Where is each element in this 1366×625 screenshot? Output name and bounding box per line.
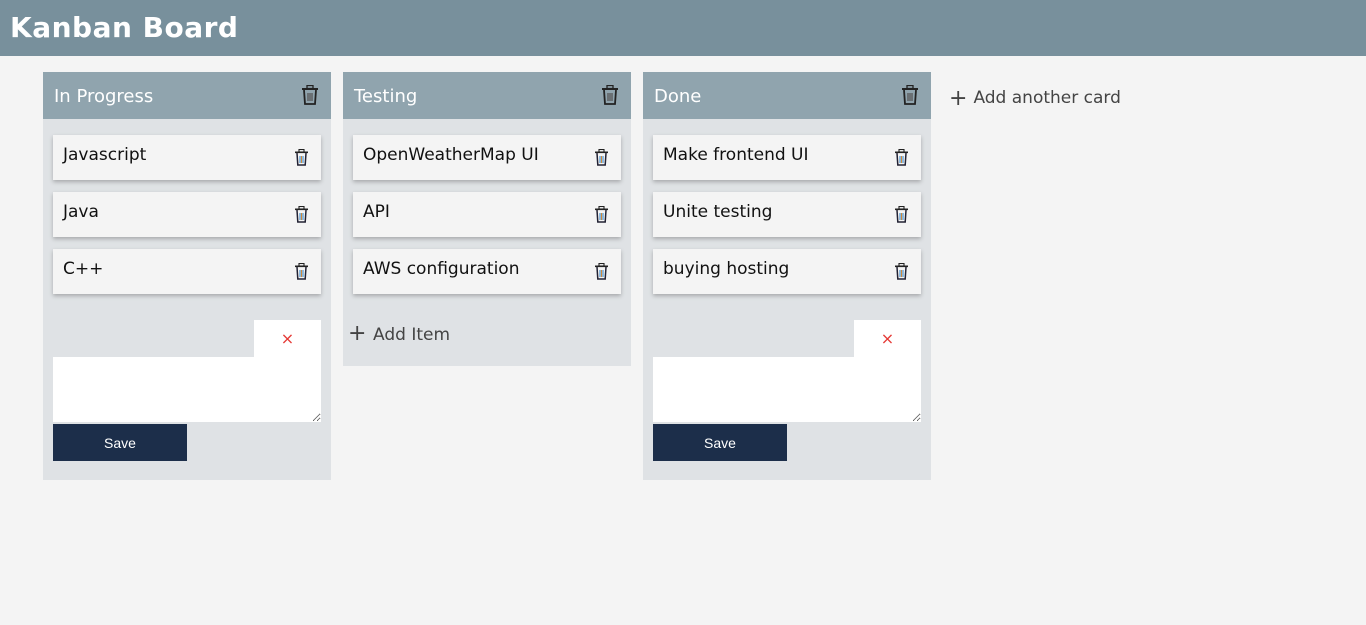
column-header: Done <box>643 72 931 119</box>
column-header: In Progress <box>43 72 331 119</box>
delete-card-trash-icon[interactable] <box>594 205 609 223</box>
app-header: Kanban Board <box>0 0 1366 56</box>
column: Testing OpenWeatherMap UI API AWS config… <box>343 72 631 366</box>
card-text: OpenWeatherMap UI <box>363 145 539 165</box>
delete-column-trash-icon[interactable] <box>601 84 619 105</box>
delete-card-trash-icon[interactable] <box>594 262 609 280</box>
card[interactable]: Java <box>53 192 321 237</box>
delete-column-trash-icon[interactable] <box>901 84 919 105</box>
delete-column-trash-icon[interactable] <box>301 84 319 105</box>
column-header: Testing <box>343 72 631 119</box>
add-item-form: × Save <box>643 306 931 480</box>
card[interactable]: buying hosting <box>653 249 921 294</box>
close-form-button[interactable]: × <box>254 320 321 357</box>
add-item-form: × Save <box>43 306 331 480</box>
card-text: API <box>363 202 390 222</box>
card-text: buying hosting <box>663 259 790 279</box>
column-title: Done <box>654 86 702 107</box>
card[interactable]: Make frontend UI <box>653 135 921 180</box>
card[interactable]: Unite testing <box>653 192 921 237</box>
close-form-button[interactable]: × <box>854 320 921 357</box>
delete-card-trash-icon[interactable] <box>894 148 909 166</box>
card-text: Javascript <box>63 145 147 165</box>
app-title: Kanban Board <box>10 11 239 44</box>
card[interactable]: AWS configuration <box>353 249 621 294</box>
card-text: C++ <box>63 259 104 279</box>
card[interactable]: Javascript <box>53 135 321 180</box>
delete-card-trash-icon[interactable] <box>294 262 309 280</box>
add-card-label: Add another card <box>973 88 1121 108</box>
card-text: Unite testing <box>663 202 773 222</box>
card-text: Make frontend UI <box>663 145 809 165</box>
delete-card-trash-icon[interactable] <box>594 148 609 166</box>
column: Done Make frontend UI Unite testing buyi… <box>643 72 931 480</box>
card[interactable]: API <box>353 192 621 237</box>
card-text: Java <box>63 202 99 222</box>
delete-card-trash-icon[interactable] <box>894 205 909 223</box>
card[interactable]: C++ <box>53 249 321 294</box>
new-item-textarea[interactable] <box>53 357 321 422</box>
card[interactable]: OpenWeatherMap UI <box>353 135 621 180</box>
column-title: Testing <box>354 86 418 107</box>
new-item-textarea[interactable] <box>653 357 921 422</box>
card-text: AWS configuration <box>363 259 520 279</box>
save-button[interactable]: Save <box>653 424 787 461</box>
plus-icon: + <box>949 86 968 111</box>
add-item-label: Add Item <box>373 325 451 345</box>
delete-card-trash-icon[interactable] <box>294 148 309 166</box>
column-title: In Progress <box>54 86 154 107</box>
delete-card-trash-icon[interactable] <box>894 262 909 280</box>
add-item-button[interactable]: + Add Item <box>343 306 631 366</box>
add-another-card-button[interactable]: + Add another card <box>949 86 1121 111</box>
delete-card-trash-icon[interactable] <box>294 205 309 223</box>
save-button[interactable]: Save <box>53 424 187 461</box>
plus-icon: + <box>348 321 367 346</box>
column: In Progress Javascript Java C++ × Save <box>43 72 331 480</box>
